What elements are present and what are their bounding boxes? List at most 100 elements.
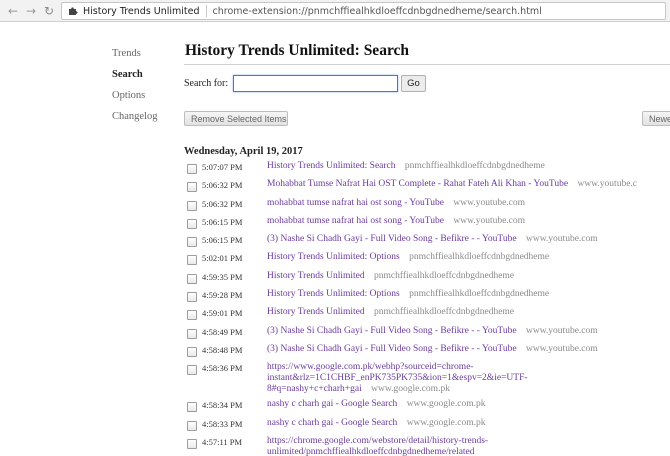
row-time: 4:58:48 PM xyxy=(202,344,243,355)
row-body: nashy c charh gai - Google Search www.go… xyxy=(267,418,670,429)
row-checkbox[interactable] xyxy=(187,420,197,431)
row-title-link[interactable]: mohabbat tumse nafrat hai ost song - You… xyxy=(267,198,444,208)
address-bar[interactable]: History Trends Unlimited chrome-extensio… xyxy=(61,2,666,20)
row-body: History Trends Unlimited pnmchffiealhkdl… xyxy=(267,307,670,318)
row-body: (3) Nashe Si Chadh Gayi - Full Video Son… xyxy=(267,344,670,355)
row-body: mohabbat tumse nafrat hai ost song - You… xyxy=(267,216,670,227)
main-content: History Trends Unlimited: Search Search … xyxy=(184,41,670,456)
row-title-link[interactable]: (3) Nashe Si Chadh Gayi - Full Video Son… xyxy=(267,326,517,336)
list-item: 4:59:01 PM History Trends Unlimited pnmch… xyxy=(184,307,670,325)
row-checkbox[interactable] xyxy=(187,310,197,321)
newer-button[interactable]: Newer xyxy=(642,111,670,126)
row-time: 5:02:01 PM xyxy=(202,253,243,264)
list-item: 5:02:01 PM History Trends Unlimited: Opti… xyxy=(184,252,670,270)
row-body: https://chrome.google.com/webstore/detai… xyxy=(267,436,512,456)
row-title-link[interactable]: History Trends Unlimited xyxy=(267,271,365,281)
row-body: Mohabbat Tumse Nafrat Hai OST Complete -… xyxy=(267,179,670,190)
row-checkbox[interactable] xyxy=(187,237,197,248)
page-title: History Trends Unlimited: Search xyxy=(184,41,670,65)
row-time: 4:59:01 PM xyxy=(202,308,243,319)
row-time: 5:06:32 PM xyxy=(202,198,243,209)
row-body: mohabbat tumse nafrat hai ost song - You… xyxy=(267,198,670,209)
row-body: History Trends Unlimited: Options pnmchf… xyxy=(267,252,670,263)
row-checkbox[interactable] xyxy=(187,164,197,174)
row-time: 4:58:36 PM xyxy=(202,363,243,374)
row-title-link[interactable]: History Trends Unlimited: Options xyxy=(267,289,400,299)
extension-puzzle-icon xyxy=(69,7,78,15)
row-body: (3) Nashe Si Chadh Gayi - Full Video Son… xyxy=(267,234,670,245)
go-button[interactable]: Go xyxy=(401,74,426,92)
results-list: 5:07:07 PM History Trends Unlimited: Sear… xyxy=(184,161,670,456)
row-time: 5:07:07 PM xyxy=(202,162,243,172)
sidebar-item-search[interactable]: Search xyxy=(112,68,172,89)
list-item: 4:57:11 PM https://chrome.google.com/webs… xyxy=(184,436,670,456)
row-domain: www.youtube.c xyxy=(577,179,638,190)
list-item: 4:58:49 PM (3) Nashe Si Chadh Gayi - Full… xyxy=(184,326,670,344)
sidebar-nav: Trends Search Options Changelog xyxy=(112,47,172,131)
row-checkbox[interactable] xyxy=(187,182,197,193)
row-time: 4:59:28 PM xyxy=(202,290,243,301)
row-title-link[interactable]: (3) Nashe Si Chadh Gayi - Full Video Son… xyxy=(267,344,517,354)
row-time: 4:58:34 PM xyxy=(202,400,243,411)
row-domain: www.youtube.com xyxy=(453,197,526,208)
row-checkbox[interactable] xyxy=(187,273,197,284)
row-time: 5:06:32 PM xyxy=(202,180,243,191)
row-title-link[interactable]: Mohabbat Tumse Nafrat Hai OST Complete -… xyxy=(267,179,568,189)
row-title-link[interactable]: History Trends Unlimited: Search xyxy=(267,161,396,171)
search-input[interactable] xyxy=(233,74,399,92)
row-title-link[interactable]: History Trends Unlimited xyxy=(267,307,365,317)
row-body: History Trends Unlimited: Options pnmchf… xyxy=(267,289,670,300)
list-item: 4:58:33 PM nashy c charh gai - Google Sea… xyxy=(184,418,670,436)
row-checkbox[interactable] xyxy=(187,402,197,413)
address-bar-divider xyxy=(205,5,207,17)
search-label: Search for: xyxy=(184,77,229,89)
row-body: History Trends Unlimited: Search pnmchff… xyxy=(267,161,670,172)
row-checkbox[interactable] xyxy=(187,255,197,266)
list-item: 4:59:35 PM History Trends Unlimited pnmch… xyxy=(184,271,670,289)
list-item: 5:06:32 PM mohabbat tumse nafrat hai ost … xyxy=(184,198,670,216)
list-item: 5:06:32 PM Mohabbat Tumse Nafrat Hai OST … xyxy=(184,179,670,197)
row-body: (3) Nashe Si Chadh Gayi - Full Video Son… xyxy=(267,326,670,337)
row-domain: www.google.com.pk xyxy=(371,384,450,395)
row-title-link[interactable]: mohabbat tumse nafrat hai ost song - You… xyxy=(267,216,444,226)
row-time: 4:57:11 PM xyxy=(202,436,243,447)
list-item: 5:07:07 PM History Trends Unlimited: Sear… xyxy=(184,161,670,179)
row-time: 5:06:15 PM xyxy=(202,216,243,227)
sidebar-item-trends[interactable]: Trends xyxy=(112,47,172,68)
results-toolbar: Remove Selected Items Newer xyxy=(184,111,670,129)
row-checkbox[interactable] xyxy=(187,438,197,449)
list-item: 5:06:15 PM mohabbat tumse nafrat hai ost … xyxy=(184,216,670,234)
row-checkbox[interactable] xyxy=(187,218,197,229)
row-title-link[interactable]: History Trends Unlimited: Options xyxy=(267,252,400,262)
row-domain: www.google.com.pk xyxy=(406,417,486,428)
address-bar-title: History Trends Unlimited xyxy=(83,5,200,17)
reload-icon[interactable]: ↻ xyxy=(42,4,56,18)
row-body: nashy c charh gai - Google Search www.go… xyxy=(267,399,670,410)
row-time: 4:58:33 PM xyxy=(202,418,243,429)
row-title-link[interactable]: https://chrome.google.com/webstore/detai… xyxy=(267,436,488,456)
row-body: https://www.google.com.pk/webhp?sourceid… xyxy=(267,362,528,395)
address-bar-url[interactable]: chrome-extension://pnmchffiealhkdloeffcd… xyxy=(213,6,542,17)
sidebar-item-options[interactable]: Options xyxy=(112,89,172,110)
row-checkbox[interactable] xyxy=(187,292,197,303)
row-title-link[interactable]: (3) Nashe Si Chadh Gayi - Full Video Son… xyxy=(267,234,517,244)
row-time: 4:58:49 PM xyxy=(202,326,243,337)
row-checkbox[interactable] xyxy=(187,200,197,211)
row-domain: pnmchffiealhkdloeffcdnbgdnedheme xyxy=(409,252,550,263)
row-checkbox[interactable] xyxy=(187,346,197,357)
search-row: Search for: Go xyxy=(184,72,670,94)
row-time: 5:06:15 PM xyxy=(202,235,243,246)
row-domain: www.google.com.pk xyxy=(406,399,486,410)
row-body: History Trends Unlimited pnmchffiealhkdl… xyxy=(267,271,670,282)
row-domain: www.youtube.com xyxy=(453,215,526,226)
row-checkbox[interactable] xyxy=(187,365,197,376)
date-heading: Wednesday, April 19, 2017 xyxy=(184,146,303,157)
row-checkbox[interactable] xyxy=(187,328,197,339)
sidebar-item-changelog[interactable]: Changelog xyxy=(112,110,172,131)
row-title-link[interactable]: nashy c charh gai - Google Search xyxy=(267,399,397,409)
forward-arrow-icon[interactable]: → xyxy=(24,4,38,18)
remove-selected-button[interactable]: Remove Selected Items xyxy=(184,111,288,126)
row-title-link[interactable]: nashy c charh gai - Google Search xyxy=(267,418,397,428)
back-arrow-icon[interactable]: ← xyxy=(6,4,20,18)
list-item: 4:58:34 PM nashy c charh gai - Google Sea… xyxy=(184,399,670,417)
